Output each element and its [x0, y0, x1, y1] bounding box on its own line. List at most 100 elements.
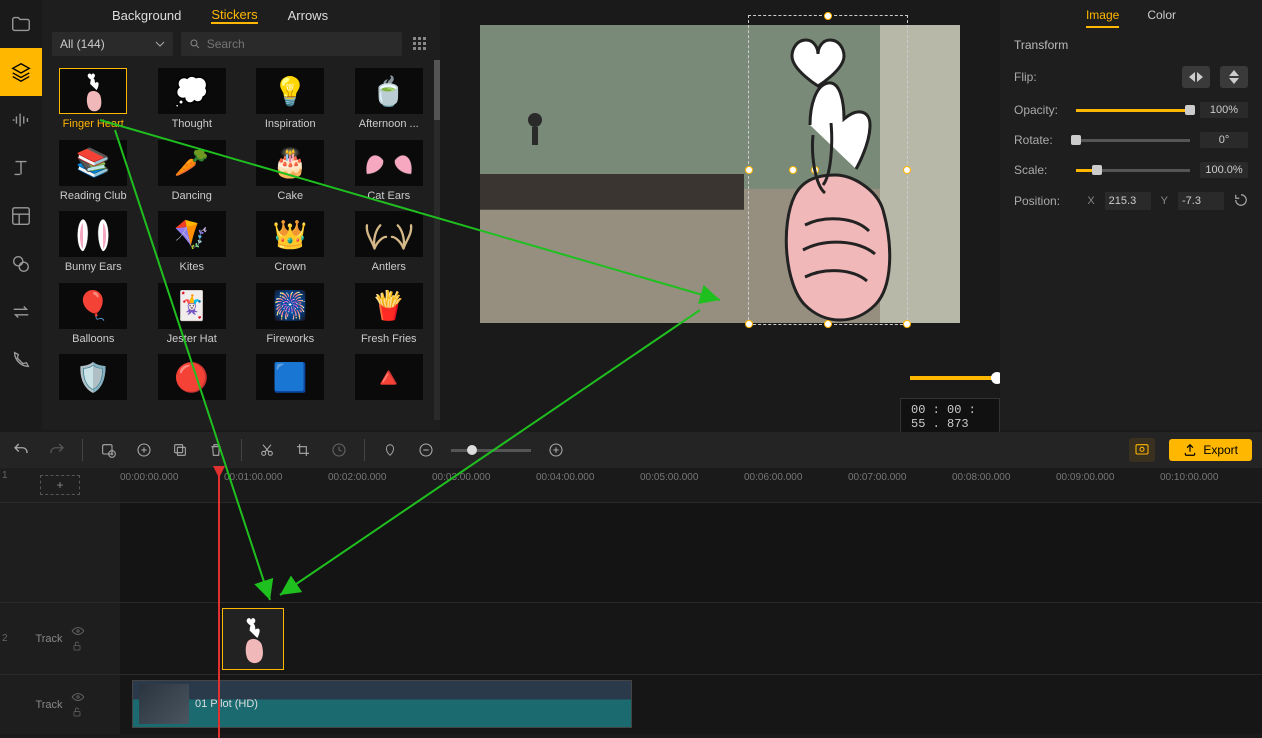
- tab-arrows[interactable]: Arrows: [288, 8, 328, 23]
- reset-icon: [1234, 193, 1248, 207]
- sticker-item-cake[interactable]: 🎂Cake: [243, 140, 338, 208]
- flip-label: Flip:: [1014, 70, 1066, 84]
- preview-canvas[interactable]: [480, 25, 960, 323]
- visibility-icon[interactable]: [71, 692, 85, 702]
- rail-tools[interactable]: [0, 336, 42, 384]
- marker-button[interactable]: [379, 439, 401, 461]
- grid-view-toggle[interactable]: [410, 34, 430, 54]
- lock-icon[interactable]: [71, 640, 83, 652]
- sticker-item-crown[interactable]: 👑Crown: [243, 211, 338, 279]
- speed-button[interactable]: [328, 439, 350, 461]
- zoom-in-button[interactable]: [545, 439, 567, 461]
- scale-slider[interactable]: [1076, 169, 1190, 172]
- flip-h-icon: [1188, 71, 1204, 83]
- rail-media[interactable]: [0, 0, 42, 48]
- rail-layout[interactable]: [0, 192, 42, 240]
- sticker-item-kites[interactable]: 🪁Kites: [145, 211, 240, 279]
- add-marker-button[interactable]: [97, 439, 119, 461]
- sticker-thumb: [355, 140, 423, 186]
- props-tab-color[interactable]: Color: [1147, 8, 1176, 28]
- sticker-item-dancing[interactable]: 🥕Dancing: [145, 140, 240, 208]
- clip-thumbnail: [139, 684, 189, 724]
- sticker-thumb: 👑: [256, 211, 324, 257]
- flip-horizontal-button[interactable]: [1182, 66, 1210, 88]
- rail-transitions[interactable]: [0, 288, 42, 336]
- delete-button[interactable]: [205, 439, 227, 461]
- clip-title: 01 Pilot (HD): [195, 698, 258, 710]
- time-ruler[interactable]: 00:00:00.00000:01:00.00000:02:00.00000:0…: [120, 468, 1262, 502]
- export-button[interactable]: Export: [1169, 439, 1252, 461]
- sticker-item-jester-hat[interactable]: 🃏Jester Hat: [145, 283, 240, 351]
- pos-y-input[interactable]: [1178, 192, 1224, 210]
- scale-value[interactable]: 100.0%: [1200, 162, 1248, 178]
- reset-position-button[interactable]: [1234, 193, 1248, 210]
- sticker-thumb: 💭: [158, 68, 226, 114]
- track-1-content[interactable]: 01 Pilot (HD): [120, 675, 1262, 734]
- video-clip[interactable]: 01 Pilot (HD): [132, 680, 632, 728]
- ruler-tick: 00:03:00.000: [432, 472, 490, 483]
- undo-button[interactable]: [10, 439, 32, 461]
- sticker-item-bunny-ears[interactable]: Bunny Ears: [46, 211, 141, 279]
- sticker-label: Jester Hat: [167, 333, 217, 345]
- search-input[interactable]: [207, 37, 394, 51]
- rail-text[interactable]: [0, 144, 42, 192]
- sticker-thumb: 🎆: [256, 283, 324, 329]
- sticker-item-row5[interactable]: 🔴: [145, 354, 240, 410]
- cut-button[interactable]: [256, 439, 278, 461]
- preview-pane: 00 : 00 : 55 . 873 Full: [440, 0, 1000, 430]
- copy-button[interactable]: [169, 439, 191, 461]
- ruler-tick: 00:04:00.000: [536, 472, 594, 483]
- opacity-slider[interactable]: [1076, 109, 1190, 112]
- position-label: Position:: [1014, 194, 1066, 208]
- rotate-value[interactable]: 0°: [1200, 132, 1248, 148]
- track-1-header[interactable]: 1 Track: [0, 675, 120, 734]
- sticker-item-fresh-fries[interactable]: 🍟Fresh Fries: [342, 283, 437, 351]
- rail-effects[interactable]: [0, 240, 42, 288]
- playhead[interactable]: [218, 468, 220, 738]
- zoom-out-button[interactable]: [415, 439, 437, 461]
- finger-heart-sticker[interactable]: [755, 25, 905, 325]
- search-box[interactable]: [181, 32, 402, 56]
- sticker-item-finger-heart[interactable]: Finger Heart: [46, 68, 141, 136]
- add-button[interactable]: [133, 439, 155, 461]
- redo-button[interactable]: [46, 439, 68, 461]
- crop-button[interactable]: [292, 439, 314, 461]
- track-2-content[interactable]: [120, 603, 1262, 674]
- chevron-down-icon: [155, 39, 165, 49]
- sticker-item-row5[interactable]: 🟦: [243, 354, 338, 410]
- sticker-item-afternoon-[interactable]: 🍵Afternoon ...: [342, 68, 437, 136]
- text-icon: [10, 157, 32, 179]
- sticker-label: Balloons: [72, 333, 114, 345]
- visibility-icon[interactable]: [71, 626, 85, 636]
- layout-icon: [10, 205, 32, 227]
- sticker-item-reading-club[interactable]: 📚Reading Club: [46, 140, 141, 208]
- add-track-button[interactable]: +: [40, 475, 80, 495]
- rail-audio[interactable]: [0, 96, 42, 144]
- swap-icon: [10, 301, 32, 323]
- lock-icon[interactable]: [71, 706, 83, 718]
- tab-stickers[interactable]: Stickers: [211, 7, 257, 24]
- props-tab-image[interactable]: Image: [1086, 8, 1119, 28]
- sticker-item-fireworks[interactable]: 🎆Fireworks: [243, 283, 338, 351]
- sticker-item-thought[interactable]: 💭Thought: [145, 68, 240, 136]
- timecode-display[interactable]: 00 : 00 : 55 . 873: [900, 398, 1000, 436]
- render-settings-button[interactable]: [1129, 438, 1155, 462]
- sticker-item-antlers[interactable]: Antlers: [342, 211, 437, 279]
- category-dropdown[interactable]: All (144): [52, 32, 173, 56]
- pos-x-input[interactable]: [1105, 192, 1151, 210]
- sticker-item-cat-ears[interactable]: Cat Ears: [342, 140, 437, 208]
- tab-background[interactable]: Background: [112, 8, 181, 23]
- sticker-label: Antlers: [372, 261, 406, 273]
- zoom-slider[interactable]: [451, 449, 531, 452]
- sticker-item-inspiration[interactable]: 💡Inspiration: [243, 68, 338, 136]
- track-2-header[interactable]: 2 Track: [0, 603, 120, 674]
- opacity-value[interactable]: 100%: [1200, 102, 1248, 118]
- sticker-item-balloons[interactable]: 🎈Balloons: [46, 283, 141, 351]
- sticker-item-row5[interactable]: 🛡️: [46, 354, 141, 410]
- sticker-item-row5[interactable]: 🔺: [342, 354, 437, 410]
- sticker-thumb: [59, 211, 127, 257]
- rotate-slider[interactable]: [1076, 139, 1190, 142]
- flip-vertical-button[interactable]: [1220, 66, 1248, 88]
- sticker-clip[interactable]: [222, 608, 284, 670]
- rail-layers[interactable]: [0, 48, 42, 96]
